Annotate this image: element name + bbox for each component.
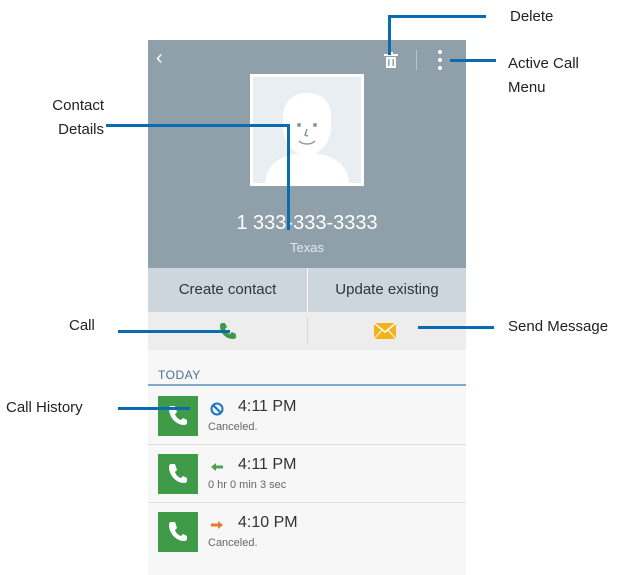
- delete-callout-line: [388, 15, 486, 18]
- contact-details-callout-line: [106, 124, 290, 127]
- call-history-callout-line: [118, 407, 190, 410]
- trash-icon[interactable]: [384, 52, 398, 68]
- contact-avatar: [250, 74, 364, 186]
- phone-icon: [169, 522, 187, 541]
- contact-actions-bar: Create contact Update existing: [148, 268, 466, 312]
- call-type-tile: [158, 454, 198, 494]
- contact-details-callout-line: [287, 124, 290, 230]
- phone-location: Texas: [290, 240, 324, 255]
- history-divider: [148, 444, 466, 445]
- delete-callout-label: Delete: [510, 8, 554, 25]
- contact-header: ‹ 1 333-333-3333 Texas: [148, 40, 466, 268]
- call-time: 4:11 PM: [238, 398, 297, 415]
- delete-callout-line: [388, 15, 391, 55]
- call-history-item[interactable]: 4:11 PM Canceled.: [148, 390, 466, 448]
- call-detail: Canceled.: [208, 421, 258, 433]
- create-contact-button[interactable]: Create contact: [148, 268, 307, 312]
- menu-callout-line: [450, 59, 496, 62]
- envelope-icon[interactable]: [374, 323, 396, 339]
- menu-callout-label: Active Call Menu: [508, 55, 579, 96]
- call-detail: 0 hr 0 min 3 sec: [208, 479, 287, 491]
- call-callout-label: Call: [69, 317, 95, 334]
- phone-number: 1 333-333-3333: [236, 212, 378, 234]
- back-icon[interactable]: ‹: [156, 48, 163, 68]
- call-time: 4:10 PM: [238, 514, 298, 531]
- incoming-call-arrow-icon: [211, 463, 223, 471]
- history-divider: [148, 502, 466, 503]
- phone-icon: [169, 464, 187, 483]
- communication-divider: [307, 318, 308, 344]
- call-type-tile: [158, 396, 198, 436]
- contact-details-callout-label: Contact Details: [52, 97, 104, 138]
- send-message-callout-label: Send Message: [508, 318, 609, 335]
- outgoing-call-arrow-icon: [211, 521, 223, 529]
- call-history-item[interactable]: 4:11 PM 0 hr 0 min 3 sec: [148, 448, 466, 506]
- phone-screen: ‹ 1 333-333-3333 Texas Create contact Up…: [148, 40, 466, 575]
- call-canceled-icon: [210, 402, 224, 416]
- contact-avatar-icon: [265, 92, 349, 183]
- call-type-tile: [158, 512, 198, 552]
- update-existing-button[interactable]: Update existing: [308, 268, 466, 312]
- send-message-callout-line: [418, 326, 494, 329]
- call-history-callout-label: Call History: [6, 399, 83, 416]
- call-time: 4:11 PM: [238, 456, 297, 473]
- history-section-title: TODAY: [158, 368, 201, 382]
- call-callout-line: [118, 330, 230, 333]
- phone-icon: [169, 406, 187, 425]
- overflow-menu-icon[interactable]: [438, 50, 442, 70]
- history-section-divider: [148, 384, 466, 386]
- call-history-item[interactable]: 4:10 PM Canceled.: [148, 506, 466, 564]
- toolbar-divider: [416, 50, 417, 70]
- call-detail: Canceled.: [208, 537, 258, 549]
